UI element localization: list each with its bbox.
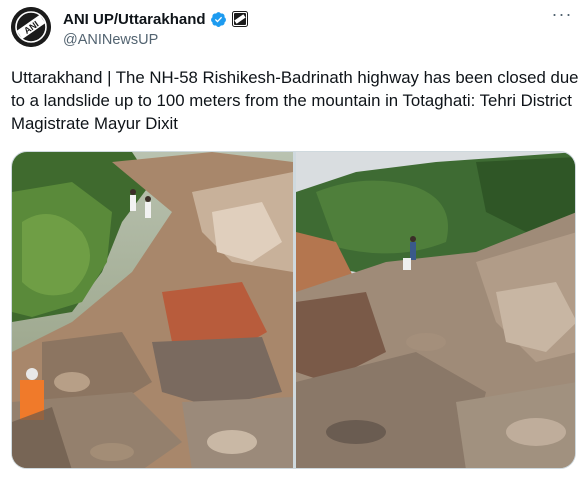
tweet-header: ANI ANI UP/Uttarakhand @ANINewsUP ··· — [11, 5, 576, 51]
affiliate-badge-icon[interactable] — [231, 11, 248, 27]
media-photo-1[interactable] — [12, 152, 293, 468]
tweet-card[interactable]: ANI ANI UP/Uttarakhand @ANINewsUP ··· Ut… — [0, 0, 586, 478]
account-names: ANI UP/Uttarakhand @ANINewsUP — [63, 9, 248, 48]
more-options-icon[interactable]: ··· — [548, 5, 576, 29]
avatar[interactable]: ANI — [11, 7, 51, 47]
verified-badge-icon — [210, 11, 227, 28]
ani-logo-icon: ANI — [11, 7, 51, 47]
display-name[interactable]: ANI UP/Uttarakhand — [63, 11, 206, 28]
tweet-media — [11, 151, 576, 469]
landslide-photo-1 — [12, 152, 293, 468]
landslide-photo-2 — [296, 152, 575, 468]
media-photo-2[interactable] — [296, 152, 575, 468]
account-handle[interactable]: @ANINewsUP — [63, 32, 248, 48]
tweet-text: Uttarakhand | The NH-58 Rishikesh-Badrin… — [11, 68, 579, 133]
